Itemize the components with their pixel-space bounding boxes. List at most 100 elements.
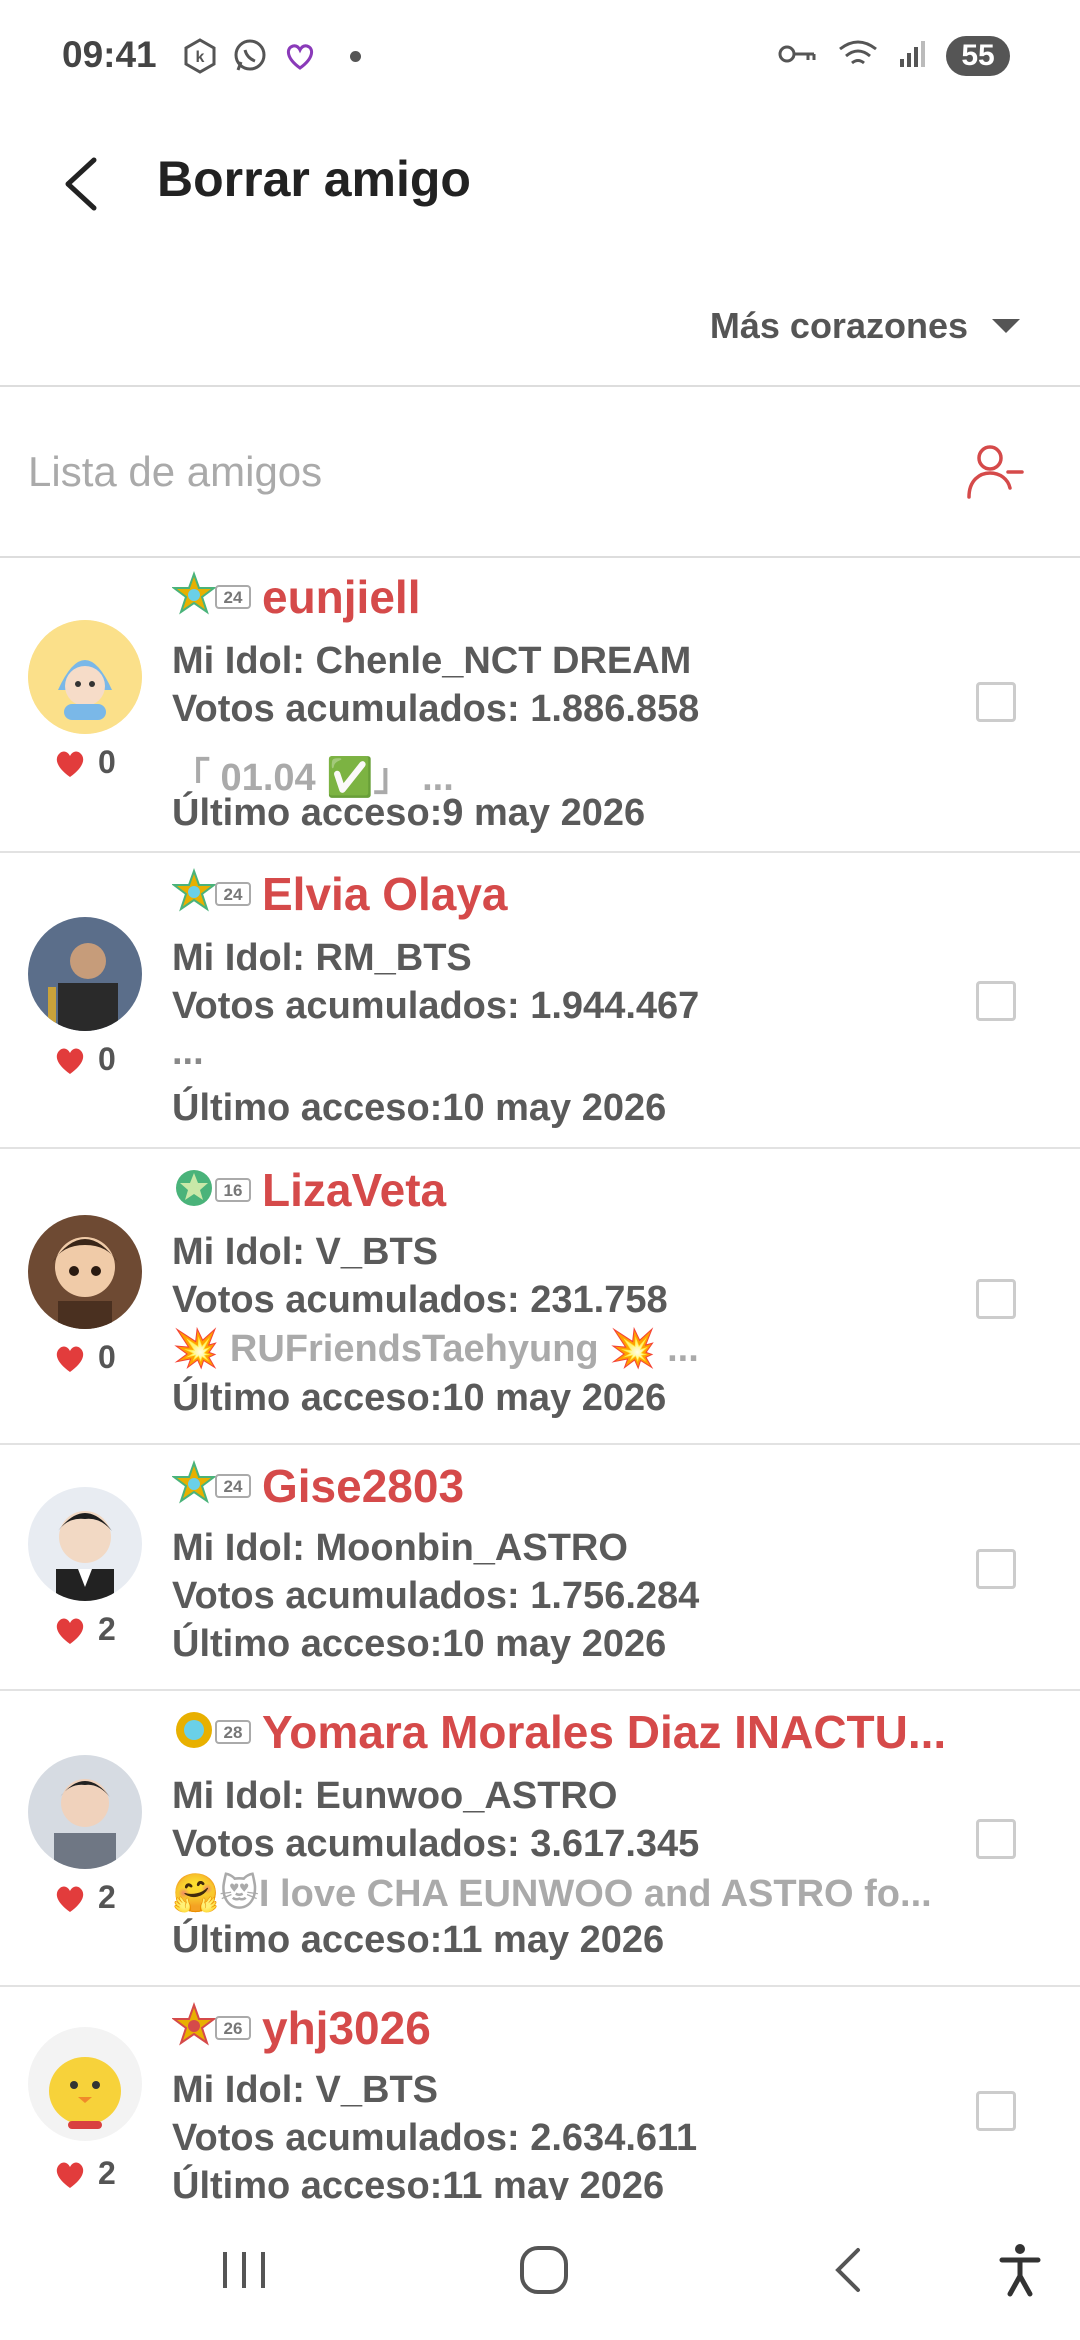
list-item[interactable]: 0 16 LizaVeta Mi Idol: V_BTS Votos acumu… (0, 1149, 1080, 1443)
avatar (28, 620, 142, 734)
accessibility-button[interactable] (990, 2240, 1050, 2300)
battery-indicator: 55 (946, 36, 1010, 76)
friend-name: Yomara Morales Diaz INACTU... (262, 1706, 947, 1758)
friend-votes: Votos acumulados: 1.886.858 (172, 688, 700, 730)
list-item[interactable]: 0 24 eunjiell Mi Idol: Chenle_NCT DREAM … (0, 558, 1080, 851)
chevron-left-icon (65, 157, 97, 211)
hearts-value: 0 (98, 1041, 116, 1077)
avatar (28, 1215, 142, 1329)
avatar (28, 2027, 142, 2141)
friends-list-label: Lista de amigos (28, 448, 323, 495)
level-badge: 28 (172, 1705, 252, 1755)
friend-status-note: 🤗😻I love CHA EUNWOO and ASTRO fo... (172, 1873, 932, 1915)
select-checkbox[interactable] (976, 1279, 1016, 1319)
hearts-count: 2 (54, 1611, 116, 1648)
friend-name: LizaVeta (262, 1164, 447, 1216)
sort-dropdown[interactable]: Más corazones (710, 305, 1020, 347)
select-checkbox[interactable] (976, 1549, 1016, 1589)
system-icons: 55 (778, 36, 1010, 76)
hearts-count: 2 (54, 2155, 116, 2192)
hearts-value: 2 (98, 2155, 116, 2191)
level-badge: 24 (171, 570, 252, 620)
back-arrow-icon (835, 2248, 860, 2292)
heart-icon (56, 751, 84, 777)
friend-name: yhj3026 (262, 2002, 431, 2054)
recent-apps-icon (223, 2252, 265, 2288)
avatar (28, 917, 142, 1031)
friend-last-access: Último acceso:11 may 2026 (172, 2165, 665, 2200)
friend-votes: Votos acumulados: 2.634.611 (172, 2117, 698, 2159)
caret-down-icon (992, 319, 1020, 333)
remove-friend-button[interactable] (964, 440, 1026, 502)
hearts-value: 0 (98, 1339, 116, 1375)
hearts-value: 2 (98, 1611, 116, 1647)
friend-votes: Votos acumulados: 231.758 (172, 1279, 668, 1321)
signal-icon (898, 39, 928, 74)
friend-last-access: Último acceso:10 may 2026 (172, 1623, 667, 1665)
friend-idol: Mi Idol: Chenle_NCT DREAM (172, 640, 692, 682)
select-checkbox[interactable] (976, 981, 1016, 1021)
heart-icon (56, 1048, 84, 1074)
hearts-count: 2 (54, 1879, 116, 1916)
heart-icon (56, 1886, 84, 1912)
svg-text:24: 24 (224, 588, 243, 607)
select-checkbox[interactable] (976, 1819, 1016, 1859)
friend-idol: Mi Idol: Moonbin_ASTRO (172, 1527, 628, 1569)
list-item[interactable]: 0 24 Elvia Olaya Mi Idol: RM_BTS Votos a… (0, 853, 1080, 1147)
friend-votes: Votos acumulados: 1.944.467 (172, 985, 700, 1027)
wifi-icon (836, 37, 880, 76)
hearts-count: 0 (54, 1041, 116, 1078)
k-app-icon: k (182, 38, 218, 74)
friend-last-access: Último acceso:9 may 2026 (172, 792, 646, 834)
friend-status-note: ... (172, 1031, 204, 1073)
list-item[interactable]: 2 26 yhj3026 Mi Idol: V_BTS Votos acumul… (0, 1987, 1080, 2200)
list-item[interactable]: 2 28 Yomara Morales Diaz INACTU... Mi Id… (0, 1691, 1080, 1985)
friend-votes: Votos acumulados: 3.617.345 (172, 1823, 700, 1865)
svg-text:16: 16 (224, 1181, 243, 1200)
notification-icons: k (182, 38, 361, 74)
avatar (28, 1487, 142, 1601)
svg-text:k: k (196, 49, 205, 66)
friend-last-access: Último acceso:11 may 2026 (172, 1919, 665, 1961)
hearts-value: 2 (98, 1879, 116, 1915)
friend-idol: Mi Idol: RM_BTS (172, 937, 472, 979)
page-title: Borrar amigo (157, 151, 471, 207)
vpn-key-icon (778, 42, 818, 71)
friend-last-access: Último acceso:10 may 2026 (172, 1377, 667, 1419)
friend-votes: Votos acumulados: 1.756.284 (172, 1575, 700, 1617)
list-item[interactable]: 2 24 Gise2803 Mi Idol: Moonbin_ASTRO Vot… (0, 1445, 1080, 1689)
system-nav-bar (0, 2200, 1080, 2340)
status-time: 09:41 (62, 34, 157, 75)
svg-text:28: 28 (224, 1723, 243, 1742)
hearts-count: 0 (54, 744, 116, 781)
home-button[interactable] (514, 2240, 574, 2300)
level-badge: 26 (171, 2001, 252, 2051)
app-header: Borrar amigo (0, 120, 1080, 250)
svg-text:24: 24 (224, 885, 243, 904)
heart-app-icon (282, 38, 318, 74)
home-icon (520, 2246, 568, 2294)
friend-name: Gise2803 (262, 1460, 465, 1512)
level-badge: 24 (171, 867, 252, 917)
accessibility-icon (999, 2244, 1041, 2297)
divider (0, 385, 1080, 387)
hearts-value: 0 (98, 744, 116, 780)
friend-name: eunjiell (262, 571, 421, 623)
hearts-count: 0 (54, 1339, 116, 1376)
friend-idol: Mi Idol: V_BTS (172, 2069, 438, 2111)
level-badge: 24 (171, 1459, 252, 1509)
user-minus-icon (967, 445, 1024, 499)
whatsapp-icon (232, 38, 268, 74)
heart-icon (56, 1618, 84, 1644)
recent-apps-button[interactable] (214, 2240, 274, 2300)
system-back-button[interactable] (818, 2240, 878, 2300)
svg-text:26: 26 (224, 2019, 243, 2038)
select-checkbox[interactable] (976, 682, 1016, 722)
friend-name: Elvia Olaya (262, 868, 508, 920)
status-bar: 09:41 k 55 (0, 0, 1080, 120)
sort-label: Más corazones (709, 305, 968, 346)
select-checkbox[interactable] (976, 2091, 1016, 2131)
heart-icon (56, 1346, 84, 1372)
back-button[interactable] (52, 152, 112, 216)
friend-status-note: 💥 RUFriendsTaehyung 💥 ... (172, 1328, 699, 1370)
